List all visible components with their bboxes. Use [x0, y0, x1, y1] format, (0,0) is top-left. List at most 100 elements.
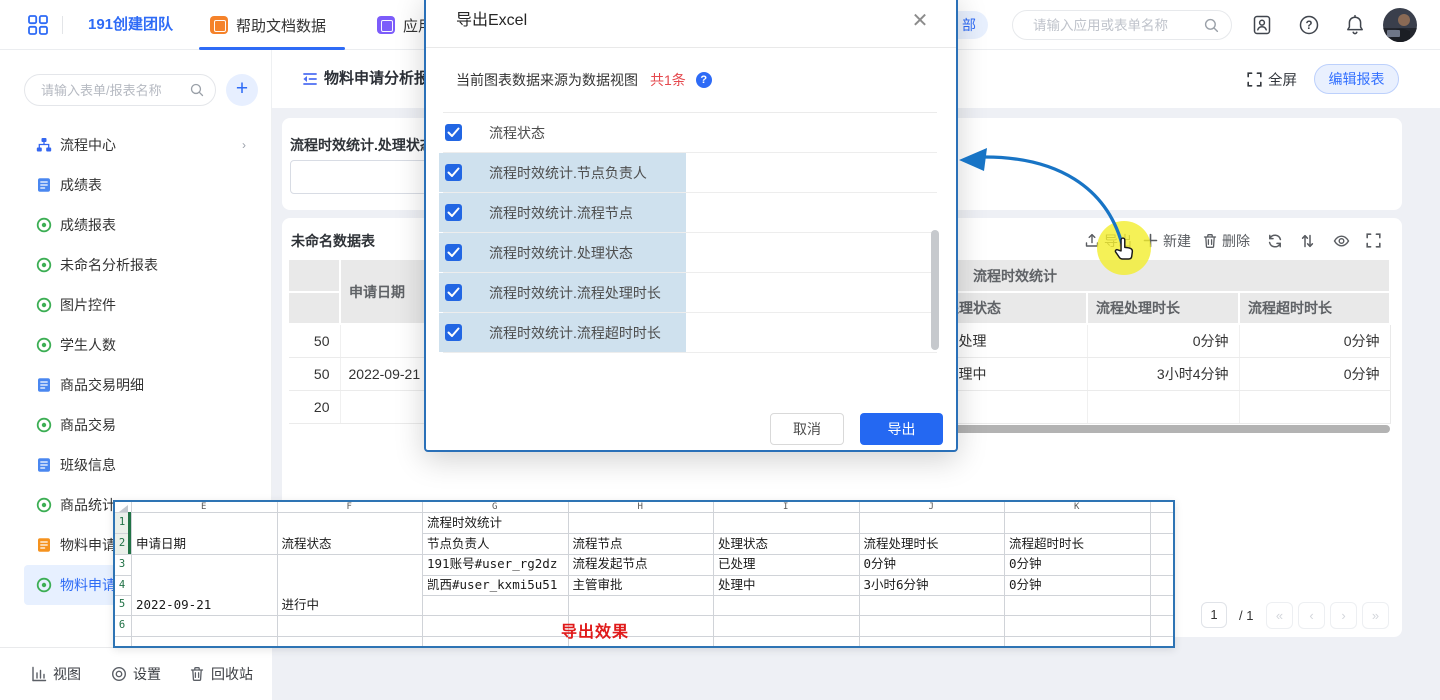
dashboard-green-icon	[36, 297, 52, 313]
modal-scrollbar[interactable]	[931, 230, 939, 350]
excel-row-number: 5	[115, 595, 129, 615]
excel-cell: 处理中	[718, 575, 756, 596]
toolbar-refresh-button[interactable]	[1267, 233, 1283, 249]
excel-grid-area: EFGHIJK123456流程时效统计申请日期流程状态节点负责人流程节点处理状态…	[115, 502, 1173, 646]
prev-page-button[interactable]: ‹	[1298, 602, 1325, 629]
tab-help-doc-data[interactable]: 帮助文档数据	[210, 0, 326, 50]
modal-title: 导出Excel	[456, 0, 527, 48]
export-confirm-button[interactable]: 导出	[860, 413, 943, 445]
bell-icon[interactable]	[1344, 14, 1366, 36]
sidebar-footer-views[interactable]: 视图	[31, 664, 81, 684]
excel-column-letter: H	[568, 502, 714, 512]
next-page-button[interactable]: ›	[1330, 602, 1357, 629]
corner-header	[289, 260, 340, 292]
sidebar-search-input[interactable]	[41, 75, 193, 105]
export-field-row[interactable]: 流程时效统计.流程处理时长	[443, 273, 937, 313]
dashboard-green-icon	[36, 257, 52, 273]
help-filled-icon[interactable]: ?	[696, 72, 712, 88]
sidebar-item-label: 图片控件	[60, 295, 116, 315]
active-tab-underline	[199, 47, 345, 50]
export-field-row[interactable]: 流程时效统计.流程超时时长	[443, 313, 937, 353]
sidebar-item[interactable]: 商品交易明细	[0, 365, 272, 405]
sidebar-item[interactable]: 流程中心›	[0, 125, 272, 165]
apps-grid-icon[interactable]	[28, 15, 48, 35]
sidebar-search	[24, 74, 216, 106]
collapse-sidebar-icon[interactable]	[300, 69, 320, 89]
fullscreen-button[interactable]: 全屏	[1247, 50, 1297, 108]
sidebar-item[interactable]: 成绩报表	[0, 205, 272, 245]
toolbar-delete-button[interactable]: 删除	[1202, 231, 1250, 251]
export-field-row[interactable]: 流程时效统计.流程节点	[443, 193, 937, 233]
sidebar-item-label: 商品交易明细	[60, 375, 144, 395]
sidebar-item-label: 物料申请	[60, 535, 116, 555]
checkbox-checked[interactable]	[445, 324, 462, 341]
team-name[interactable]: 191创建团队	[88, 0, 173, 50]
checkbox-checked[interactable]	[445, 284, 462, 301]
excel-cell: 3小时6分钟	[864, 575, 929, 596]
excel-cell: 流程状态	[282, 533, 332, 554]
form-blue-icon	[36, 377, 52, 393]
sidebar-item[interactable]: 学生人数	[0, 325, 272, 365]
last-page-button[interactable]: »	[1362, 602, 1389, 629]
sidebar-item-label: 成绩表	[60, 175, 102, 195]
cancel-button[interactable]: 取消	[770, 413, 844, 445]
excel-cell: 节点负责人	[427, 533, 490, 554]
sidebar-footer-recycle-bin[interactable]: 回收站	[189, 664, 253, 684]
sort-icon	[1300, 233, 1316, 249]
sidebar-footer-settings[interactable]: 设置	[111, 664, 161, 684]
excel-cell: 流程发起节点	[573, 554, 648, 575]
excel-cell: 凯西#user_kxmi5u51	[427, 575, 557, 596]
svg-text:?: ?	[1305, 20, 1312, 32]
export-field-row[interactable]: 流程时效统计.节点负责人	[443, 153, 937, 193]
export-field-row[interactable]: 流程时效统计.处理状态	[443, 233, 937, 273]
filter-label: 流程时效统计.处理状态	[290, 135, 434, 155]
sidebar-item-label: 班级信息	[60, 455, 116, 475]
toolbar-sort-button[interactable]	[1300, 233, 1316, 249]
app-root: 191创建团队 帮助文档数据 应用 部 ? + 流程中心›成绩表成绩报表未命名分…	[0, 0, 1440, 700]
column-header[interactable]: 流程超时时长	[1239, 292, 1390, 324]
excel-cell: 进行中	[282, 595, 320, 615]
field-label: 流程时效统计.流程节点	[489, 203, 633, 223]
divider	[62, 16, 63, 34]
close-icon[interactable]: ✕	[908, 9, 932, 33]
excel-column-letter: I	[713, 502, 859, 512]
toolbar-visibility-button[interactable]	[1333, 233, 1349, 249]
refresh-icon	[1267, 233, 1283, 249]
page-number-input[interactable]: 1	[1201, 602, 1227, 628]
first-page-button[interactable]: «	[1266, 602, 1293, 629]
checkbox-checked[interactable]	[445, 164, 462, 181]
contacts-icon[interactable]	[1251, 14, 1273, 36]
sidebar-item[interactable]: 图片控件	[0, 285, 272, 325]
field-label: 流程时效统计.流程处理时长	[489, 283, 661, 303]
sidebar-item[interactable]: 成绩表	[0, 165, 272, 205]
user-avatar[interactable]	[1383, 8, 1417, 42]
excel-caption: 导出效果	[530, 618, 660, 642]
record-count-badge: 共1条	[650, 70, 686, 90]
fullscreen-icon	[1366, 233, 1382, 249]
table-cell: 3小时4分钟	[1087, 357, 1239, 390]
sidebar-item[interactable]: 未命名分析报表	[0, 245, 272, 285]
excel-cell: 流程处理时长	[864, 533, 939, 554]
sidebar-footer: 视图 设置 回收站	[0, 648, 272, 700]
export-field-row[interactable]: 流程状态	[443, 113, 937, 153]
excel-cell: 0分钟	[1009, 575, 1042, 596]
toolbar-fullscreen-button[interactable]	[1366, 233, 1382, 249]
excel-cell: 主管审批	[573, 575, 623, 596]
add-form-button[interactable]: +	[226, 74, 258, 106]
field-label: 流程时效统计.节点负责人	[489, 163, 647, 183]
tab-label: 帮助文档数据	[236, 15, 326, 36]
checkbox-checked[interactable]	[445, 244, 462, 261]
sidebar-item[interactable]: 班级信息	[0, 445, 272, 485]
excel-column-letter: K	[1004, 502, 1150, 512]
column-header[interactable]: 申请日期	[340, 260, 430, 324]
global-search-input[interactable]	[1033, 11, 1201, 39]
edit-report-button[interactable]: 编辑报表	[1314, 64, 1399, 94]
table-cell: 2022-09-21	[340, 357, 430, 390]
checkbox-checked[interactable]	[445, 204, 462, 221]
excel-cell: 流程时效统计	[427, 512, 502, 533]
field-label: 流程时效统计.流程超时时长	[489, 323, 661, 343]
sidebar-item[interactable]: 商品交易	[0, 405, 272, 445]
table-cell: 20	[289, 390, 340, 423]
checkbox-checked[interactable]	[445, 124, 462, 141]
help-icon[interactable]: ?	[1298, 14, 1320, 36]
